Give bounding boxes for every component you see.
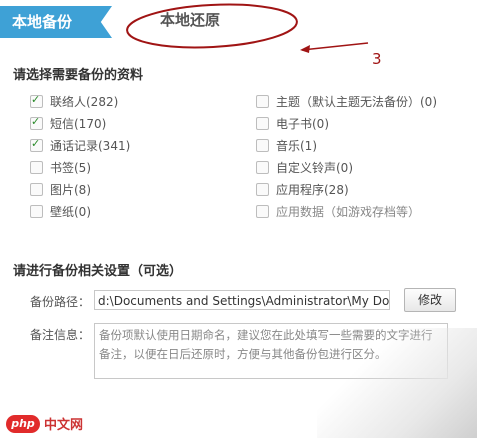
item-label: 主题（默认主题无法备份）(0) [276,94,437,109]
annotation-number: 3 [372,50,382,68]
php-logo-icon: php [6,414,40,433]
checkbox[interactable] [256,160,269,174]
backup-item[interactable]: 壁纸(0) [30,200,130,222]
modify-button[interactable]: 修改 [404,288,456,312]
backup-item[interactable]: 应用程序(28) [256,178,437,200]
backup-item[interactable]: 应用数据（如游戏存档等） [256,200,437,222]
tab-local-restore[interactable]: 本地还原 [160,9,220,30]
watermark: php 中文网 [6,414,83,433]
checkbox[interactable] [256,116,269,130]
item-label: 图片(8) [50,182,91,197]
checkbox[interactable] [256,94,269,108]
item-label: 联络人(282) [50,94,119,109]
note-label: 备注信息： [30,328,91,342]
checkbox[interactable] [30,182,43,196]
backup-item[interactable]: 图片(8) [30,178,130,200]
note-textarea[interactable]: 备份项默认使用日期命名，建议您在此处填写一些需要的文字进行备注，以便在日后还原时… [94,323,448,379]
tab-bar: 本地备份 本地还原 [0,0,477,44]
backup-item[interactable]: 自定义铃声(0) [256,156,437,178]
item-label: 通话记录(341) [50,138,131,153]
checkbox[interactable] [30,93,43,108]
annotation-arrow [301,42,369,51]
backup-item[interactable]: 书签(5) [30,156,130,178]
annotation-arrowhead [300,45,310,53]
settings-section-title: 请进行备份相关设置（可选） [13,264,183,279]
item-label: 壁纸(0) [50,204,91,219]
checkbox[interactable] [30,160,43,174]
select-section-title: 请选择需要备份的资料 [13,68,144,83]
checkbox[interactable] [30,137,43,152]
item-label: 应用程序(28) [276,182,349,197]
backup-item[interactable]: 短信(170) [30,112,130,134]
checkbox[interactable] [30,204,43,218]
item-label: 音乐(1) [276,138,317,153]
backup-items-right: 主题（默认主题无法备份）(0) 电子书(0) 音乐(1) 自定义铃声(0) 应用… [256,90,437,222]
checkbox[interactable] [30,115,43,130]
tab-local-backup[interactable]: 本地备份 [0,6,112,38]
backup-item[interactable]: 联络人(282) [30,90,130,112]
checkbox[interactable] [256,138,269,152]
watermark-text: 中文网 [44,418,84,433]
path-label: 备份路径： [30,295,91,309]
backup-path-input[interactable]: d:\Documents and Settings\Administrator\… [94,290,390,310]
item-label: 电子书(0) [276,116,329,131]
checkbox[interactable] [256,182,269,196]
item-label: 书签(5) [50,160,91,175]
backup-items-left: 联络人(282) 短信(170) 通话记录(341) 书签(5) 图片(8) 壁… [30,90,130,222]
item-label: 应用数据（如游戏存档等） [276,204,421,219]
backup-item[interactable]: 音乐(1) [256,134,437,156]
item-label: 短信(170) [50,116,107,131]
checkbox[interactable] [256,204,269,218]
backup-item[interactable]: 通话记录(341) [30,134,130,156]
item-label: 自定义铃声(0) [276,160,353,175]
backup-item[interactable]: 电子书(0) [256,112,437,134]
backup-item[interactable]: 主题（默认主题无法备份）(0) [256,90,437,112]
